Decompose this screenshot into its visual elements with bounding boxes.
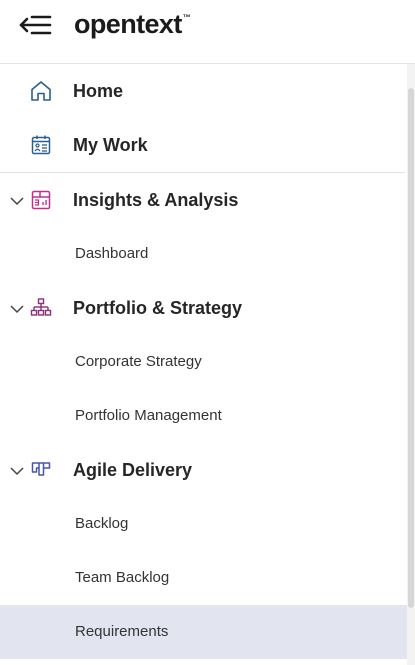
nav-subitem-requirements[interactable]: Requirements [0, 605, 407, 659]
nav-subitem-label: Corporate Strategy [75, 353, 202, 370]
home-icon [29, 79, 53, 103]
nav-item-my-work[interactable]: My Work [0, 118, 407, 172]
nav-subitem-label: Dashboard [75, 245, 149, 262]
nav-subitem-label: Requirements [75, 623, 169, 640]
nav-group-label: Insights & Analysis [73, 190, 239, 210]
nav-item-label: Home [73, 81, 124, 101]
nav-group-label: Portfolio & Strategy [73, 298, 243, 318]
nav-group-agile[interactable]: Agile Delivery [0, 443, 407, 497]
sidebar-nav: Home My Work Insights & Analysis Dashboa… [0, 64, 407, 665]
collapse-menu-icon[interactable] [18, 10, 56, 40]
nav-subitem-dashboard[interactable]: Dashboard [0, 227, 407, 281]
calendar-list-icon [29, 133, 53, 157]
nav-subitem-label: Backlog [75, 515, 129, 532]
nav-item-home[interactable]: Home [0, 64, 407, 118]
nav-subitem-label: Team Backlog [75, 569, 170, 586]
hierarchy-icon [29, 296, 53, 320]
nav-group-label: Agile Delivery [73, 460, 193, 480]
nav-subitem-team-backlog[interactable]: Team Backlog [0, 551, 407, 605]
nav-subitem-portfolio-management[interactable]: Portfolio Management [0, 389, 407, 443]
nav-group-portfolio[interactable]: Portfolio & Strategy [0, 281, 407, 335]
chevron-down-icon[interactable] [9, 301, 25, 317]
nav-subitem-backlog[interactable]: Backlog [0, 497, 407, 551]
nav-item-label: My Work [73, 135, 148, 155]
scrollbar-thumb[interactable] [408, 88, 414, 608]
nav-subitem-corporate-strategy[interactable]: Corporate Strategy [0, 335, 407, 389]
kanban-icon [29, 458, 53, 482]
opentext-logo[interactable]: opentext™ [74, 9, 191, 40]
chevron-down-icon[interactable] [9, 463, 25, 479]
app-header: opentext™ [0, 0, 415, 64]
nav-group-insights[interactable]: Insights & Analysis [0, 173, 407, 227]
nav-subitem-label: Portfolio Management [75, 407, 222, 424]
chart-dashboard-icon [29, 188, 53, 212]
chevron-down-icon[interactable] [9, 193, 25, 209]
